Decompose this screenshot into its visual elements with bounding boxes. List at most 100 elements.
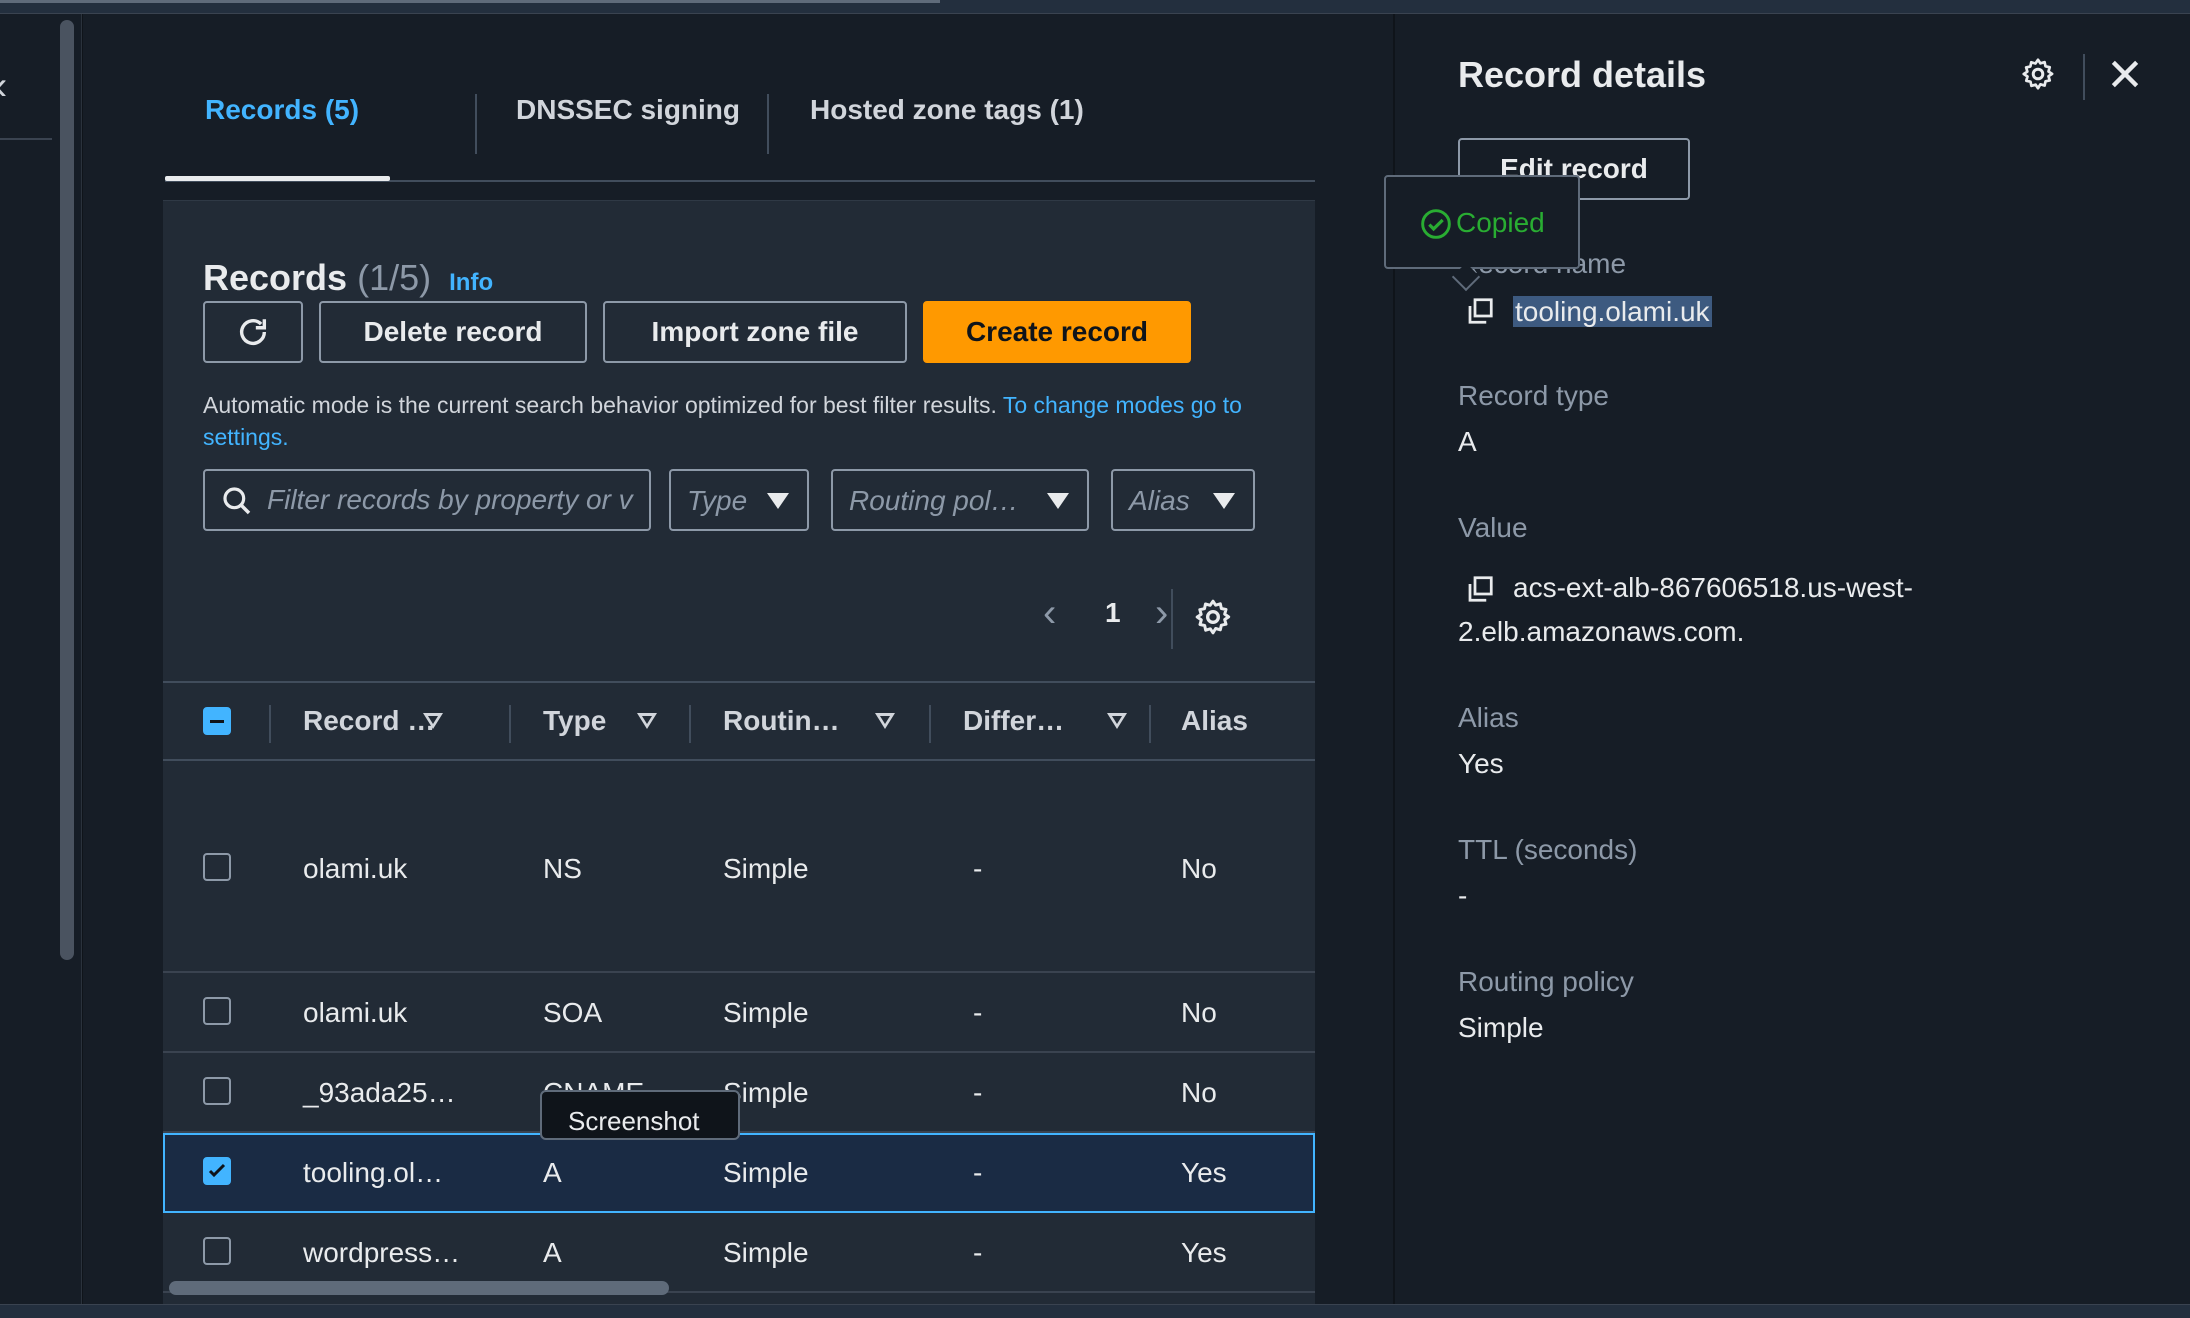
previous-page-icon[interactable]: ‹ bbox=[1043, 591, 1056, 636]
differentiator-cell: - bbox=[973, 997, 983, 1028]
tab-dnssec-signing[interactable]: DNSSEC signing bbox=[516, 94, 740, 126]
routing-cell: Simple bbox=[723, 997, 809, 1028]
row-checkbox[interactable] bbox=[203, 997, 231, 1025]
select-all-checkbox[interactable] bbox=[203, 707, 231, 735]
column-alias[interactable]: Alias bbox=[1181, 705, 1248, 737]
value-line-1: acs-ext-alb-867606518.us-west- bbox=[1513, 572, 1913, 603]
next-page-icon[interactable]: › bbox=[1155, 591, 1168, 636]
filter-records-input[interactable] bbox=[267, 471, 639, 529]
caret-down-icon bbox=[1213, 493, 1235, 509]
tab-bar: Records (5) DNSSEC signing Hosted zone t… bbox=[165, 66, 1315, 182]
copy-icon[interactable] bbox=[1465, 296, 1495, 326]
help-text: Automatic mode is the current search beh… bbox=[203, 392, 997, 418]
tab-separator bbox=[767, 94, 769, 154]
filter-records-field[interactable] bbox=[203, 469, 651, 531]
table-header: Record … Type Routin… Differ… Alias bbox=[163, 681, 1315, 761]
type-cell: A bbox=[543, 1237, 562, 1268]
alias-filter-label: Alias bbox=[1129, 485, 1190, 516]
page-number[interactable]: 1 bbox=[1105, 597, 1121, 629]
column-separator bbox=[689, 705, 691, 743]
copied-popover: Copied bbox=[1384, 175, 1580, 292]
sort-icon[interactable] bbox=[423, 713, 443, 729]
column-type[interactable]: Type bbox=[543, 705, 606, 737]
loading-bar bbox=[0, 0, 940, 3]
create-record-button[interactable]: Create record bbox=[923, 301, 1191, 363]
differentiator-cell: - bbox=[973, 853, 983, 884]
top-strip bbox=[0, 0, 2190, 14]
close-icon[interactable] bbox=[2105, 54, 2145, 94]
alias-cell: No bbox=[1181, 1077, 1217, 1108]
table-row[interactable]: olami.uk SOA Simple - No bbox=[163, 973, 1315, 1053]
type-filter-dropdown[interactable]: Type bbox=[669, 469, 809, 531]
copy-icon[interactable] bbox=[1465, 574, 1495, 604]
value-label: Value bbox=[1458, 512, 1528, 543]
left-nav-edge: ‹ bbox=[0, 14, 82, 1304]
record-name-text: tooling.olami.uk bbox=[1513, 296, 1712, 327]
column-record-name[interactable]: Record … bbox=[303, 705, 435, 737]
active-tab-indicator bbox=[165, 176, 390, 181]
alias-cell: Yes bbox=[1181, 1237, 1227, 1268]
horizontal-scrollbar[interactable] bbox=[169, 1281, 669, 1295]
differentiator-cell: - bbox=[973, 1157, 983, 1188]
search-mode-help: Automatic mode is the current search beh… bbox=[203, 389, 1283, 453]
copied-text: Copied bbox=[1456, 207, 1545, 238]
row-checkbox[interactable] bbox=[203, 1237, 231, 1265]
records-title: Records bbox=[203, 257, 348, 298]
record-name-cell: _93ada25… bbox=[303, 1077, 456, 1108]
alias-filter-dropdown[interactable]: Alias bbox=[1111, 469, 1255, 531]
sort-icon[interactable] bbox=[637, 713, 657, 729]
caret-down-icon bbox=[767, 493, 789, 509]
record-type-value: A bbox=[1458, 426, 1477, 457]
ttl-value: - bbox=[1458, 880, 1468, 911]
table-preferences-gear-icon[interactable] bbox=[1193, 597, 1233, 637]
screenshot-tooltip: Screenshot bbox=[540, 1090, 740, 1140]
records-heading: Records (1/5) Info bbox=[203, 257, 493, 299]
header-separator bbox=[2083, 54, 2085, 100]
divider bbox=[0, 138, 52, 140]
routing-cell: Simple bbox=[723, 1157, 809, 1188]
routing-filter-label: Routing pol… bbox=[849, 485, 1019, 516]
routing-cell: Simple bbox=[723, 853, 809, 884]
vertical-scrollbar[interactable] bbox=[60, 20, 74, 960]
delete-record-button[interactable]: Delete record bbox=[319, 301, 587, 363]
column-separator bbox=[269, 705, 271, 743]
gear-icon[interactable] bbox=[2020, 56, 2056, 92]
row-checkbox-checked[interactable] bbox=[203, 1157, 231, 1185]
alias-cell: Yes bbox=[1181, 1157, 1227, 1188]
record-name-cell: olami.uk bbox=[303, 853, 408, 884]
alias-value: Yes bbox=[1458, 748, 1504, 779]
column-differentiator[interactable]: Differ… bbox=[963, 705, 1064, 737]
row-checkbox[interactable] bbox=[203, 853, 231, 881]
collapse-nav-icon[interactable]: ‹ bbox=[0, 64, 7, 109]
sort-icon[interactable] bbox=[875, 713, 895, 729]
column-separator bbox=[929, 705, 931, 743]
differentiator-cell: - bbox=[973, 1077, 983, 1108]
import-zone-file-button[interactable]: Import zone file bbox=[603, 301, 907, 363]
record-name-cell: tooling.ol… bbox=[303, 1157, 444, 1188]
table-row-selected[interactable]: tooling.ol… A Simple - Yes bbox=[163, 1133, 1315, 1213]
type-cell: SOA bbox=[543, 997, 603, 1028]
type-filter-label: Type bbox=[687, 485, 748, 516]
info-link[interactable]: Info bbox=[449, 269, 493, 296]
differentiator-cell: - bbox=[973, 1237, 983, 1268]
record-details-title: Record details bbox=[1458, 54, 1707, 95]
row-checkbox[interactable] bbox=[203, 1077, 231, 1105]
table-row[interactable]: olami.uk NS Simple - No bbox=[163, 761, 1315, 973]
tab-records[interactable]: Records (5) bbox=[205, 94, 359, 126]
records-count: (1/5) bbox=[357, 257, 432, 298]
success-check-icon bbox=[1421, 209, 1451, 239]
routing-policy-filter-dropdown[interactable]: Routing pol… bbox=[831, 469, 1089, 531]
refresh-button[interactable] bbox=[203, 301, 303, 363]
record-name-value[interactable]: tooling.olami.uk bbox=[1513, 290, 1712, 334]
bottom-strip bbox=[0, 1304, 2190, 1318]
sort-icon[interactable] bbox=[1107, 713, 1127, 729]
tab-hosted-zone-tags[interactable]: Hosted zone tags (1) bbox=[810, 94, 1084, 126]
refresh-icon bbox=[239, 319, 267, 345]
routing-policy-label: Routing policy bbox=[1458, 966, 1634, 997]
type-cell: A bbox=[543, 1157, 562, 1188]
column-separator bbox=[509, 705, 511, 743]
checkmark-icon bbox=[208, 1163, 226, 1178]
pager-separator bbox=[1171, 589, 1173, 649]
column-routing-policy[interactable]: Routin… bbox=[723, 705, 840, 737]
column-separator bbox=[1149, 705, 1151, 743]
